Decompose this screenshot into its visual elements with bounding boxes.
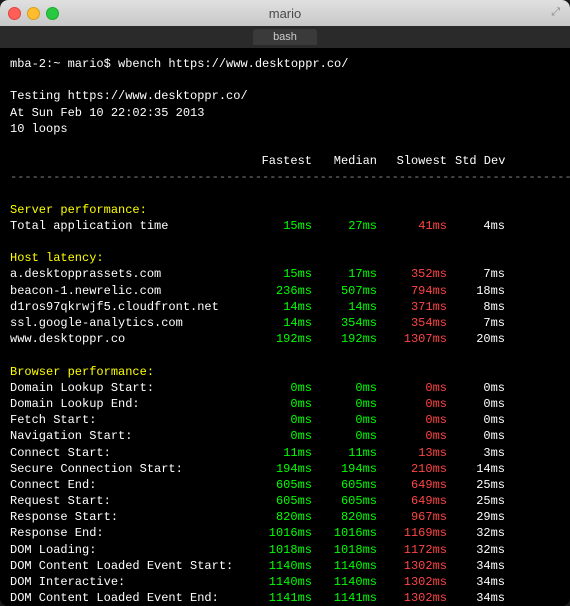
separator-line: Fastest Median Slowest Std Dev <box>10 153 560 169</box>
blank-line-2 <box>10 137 560 153</box>
host-row-1: beacon-1.newrelic.com 236ms 507ms 794ms … <box>10 283 560 299</box>
window-title: mario <box>269 6 302 21</box>
blank-line-1 <box>10 72 560 88</box>
browser-row-1: Domain Lookup End: 0ms 0ms 0ms 0ms <box>10 396 560 412</box>
tab-bar: bash <box>0 26 570 48</box>
terminal-content[interactable]: mba-2:~ mario$ wbench https://www.deskto… <box>0 48 570 606</box>
host-row-3: ssl.google-analytics.com 14ms 354ms 354m… <box>10 315 560 331</box>
browser-row-8: Response Start: 820ms 820ms 967ms 29ms <box>10 509 560 525</box>
host-row-2: d1ros97qkrwjf5.cloudfront.net 14ms 14ms … <box>10 299 560 315</box>
section-server-title: Server performance: <box>10 202 560 218</box>
prompt-text: mba-2:~ mario$ wbench https://www.deskto… <box>10 56 348 72</box>
browser-row-4: Connect Start: 11ms 11ms 13ms 3ms <box>10 445 560 461</box>
browser-row-9: Response End: 1016ms 1016ms 1169ms 32ms <box>10 525 560 541</box>
browser-row-6: Connect End: 605ms 605ms 649ms 25ms <box>10 477 560 493</box>
command-line: mba-2:~ mario$ wbench https://www.deskto… <box>10 56 560 72</box>
browser-row-7: Request Start: 605ms 605ms 649ms 25ms <box>10 493 560 509</box>
close-button[interactable] <box>8 7 21 20</box>
separator-dashes: ----------------------------------------… <box>10 169 560 185</box>
blank-line-3 <box>10 186 560 202</box>
info-line-2: At Sun Feb 10 22:02:35 2013 <box>10 105 560 121</box>
tab-bash[interactable]: bash <box>253 29 317 45</box>
browser-row-5: Secure Connection Start: 194ms 194ms 210… <box>10 461 560 477</box>
titlebar: mario ⤢ <box>0 0 570 26</box>
browser-row-0: Domain Lookup Start: 0ms 0ms 0ms 0ms <box>10 380 560 396</box>
browser-row-13: DOM Content Loaded Event End: 1141ms 114… <box>10 590 560 606</box>
info-line-1: Testing https://www.desktoppr.co/ <box>10 88 560 104</box>
browser-row-3: Navigation Start: 0ms 0ms 0ms 0ms <box>10 428 560 444</box>
minimize-button[interactable] <box>27 7 40 20</box>
maximize-button[interactable] <box>46 7 59 20</box>
section-host-title: Host latency: <box>10 250 560 266</box>
section-browser-title: Browser performance: <box>10 364 560 380</box>
browser-row-2: Fetch Start: 0ms 0ms 0ms 0ms <box>10 412 560 428</box>
blank-line-5 <box>10 347 560 363</box>
server-row-0: Total application time 15ms 27ms 41ms 4m… <box>10 218 560 234</box>
expand-icon[interactable]: ⤢ <box>551 7 560 19</box>
blank-line-4 <box>10 234 560 250</box>
browser-row-11: DOM Content Loaded Event Start: 1140ms 1… <box>10 558 560 574</box>
host-row-4: www.desktoppr.co 192ms 192ms 1307ms 20ms <box>10 331 560 347</box>
terminal-window: mario ⤢ bash mba-2:~ mario$ wbench https… <box>0 0 570 606</box>
traffic-lights <box>8 7 59 20</box>
info-line-3: 10 loops <box>10 121 560 137</box>
host-row-0: a.desktopprassets.com 15ms 17ms 352ms 7m… <box>10 266 560 282</box>
browser-row-12: DOM Interactive: 1140ms 1140ms 1302ms 34… <box>10 574 560 590</box>
browser-row-10: DOM Loading: 1018ms 1018ms 1172ms 32ms <box>10 542 560 558</box>
